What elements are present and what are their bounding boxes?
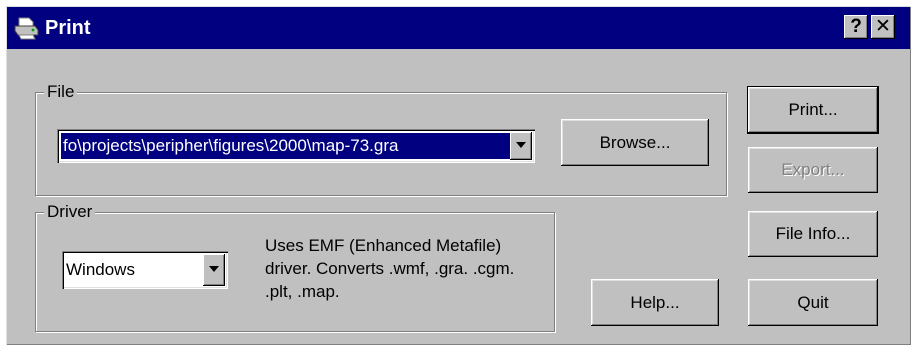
- driver-dropdown-button[interactable]: [203, 254, 225, 286]
- print-button[interactable]: Print...: [747, 86, 879, 134]
- print-dialog: Print ? ✕ File fo\projects\peripher\figu…: [6, 6, 911, 345]
- file-path-input[interactable]: fo\projects\peripher\figures\2000\map-73…: [61, 133, 511, 159]
- export-button[interactable]: Export...: [748, 147, 878, 193]
- quit-button[interactable]: Quit: [748, 279, 878, 326]
- file-group-label: File: [44, 81, 78, 103]
- dialog-title: Print: [45, 17, 91, 39]
- driver-description: Uses EMF (Enhanced Metafile) driver. Con…: [265, 236, 515, 301]
- driver-select[interactable]: Windows: [62, 251, 228, 289]
- printer-icon: [14, 17, 39, 40]
- help-button[interactable]: Help...: [591, 279, 719, 326]
- close-button[interactable]: ✕: [871, 15, 895, 39]
- file-info-button[interactable]: File Info...: [748, 211, 878, 257]
- file-path-combobox[interactable]: fo\projects\peripher\figures\2000\map-73…: [57, 129, 535, 163]
- chevron-down-icon: [516, 142, 526, 148]
- title-bar[interactable]: Print ? ✕: [7, 7, 910, 49]
- chevron-down-icon: [209, 266, 219, 272]
- driver-select-value: Windows: [66, 260, 135, 279]
- help-title-button[interactable]: ?: [844, 15, 868, 39]
- file-path-dropdown-button[interactable]: [510, 132, 532, 160]
- browse-button[interactable]: Browse...: [561, 119, 709, 166]
- driver-group-label: Driver: [44, 201, 96, 223]
